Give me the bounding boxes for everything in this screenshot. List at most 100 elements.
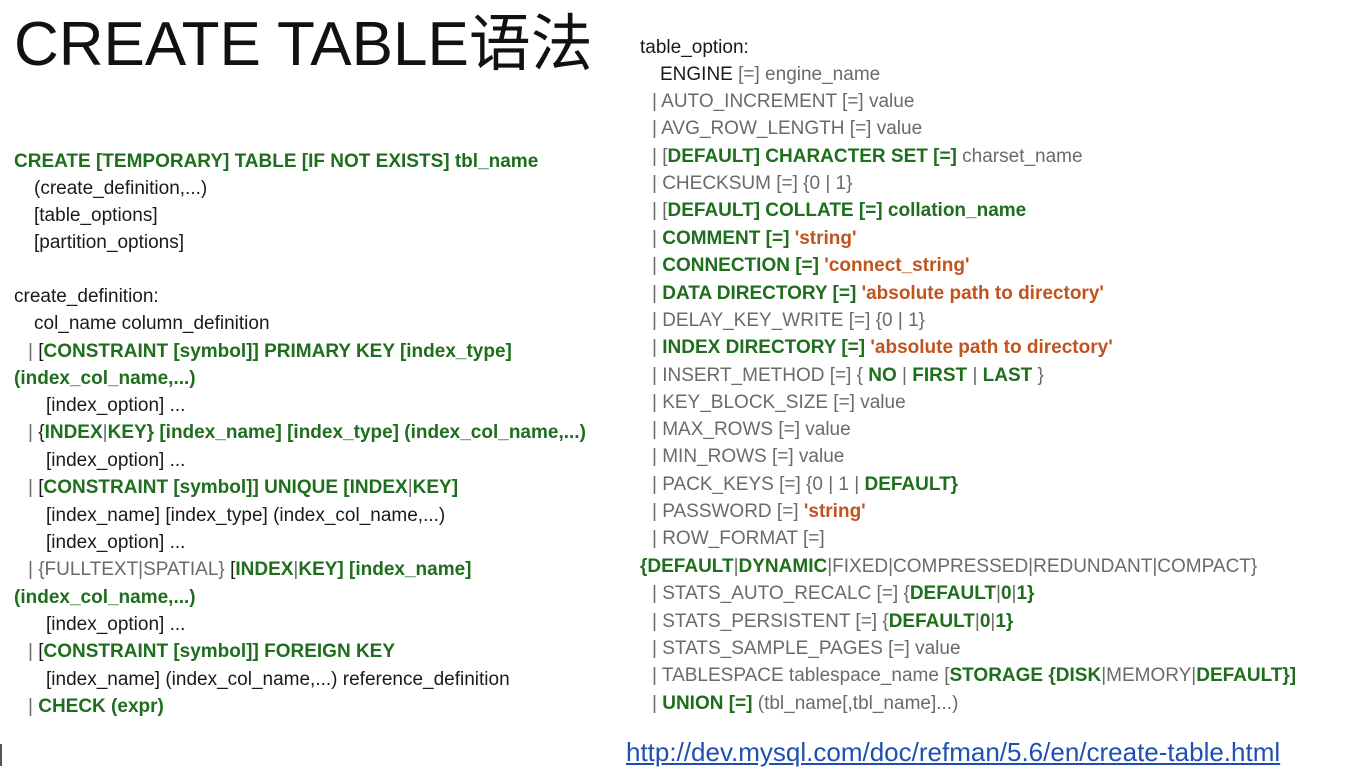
syntax-line: | CONNECTION [=] 'connect_string'	[652, 255, 969, 277]
syntax-token: INDEX DIRECTORY [=]	[662, 337, 871, 358]
syntax-token: | KEY_BLOCK_SIZE [=] value	[652, 392, 906, 413]
syntax-token: table_option:	[640, 37, 749, 58]
syntax-line: | AVG_ROW_LENGTH [=] value	[652, 118, 922, 140]
syntax-token: (tbl_name[,tbl_name]...)	[757, 693, 959, 714]
syntax-token: }	[1032, 365, 1044, 386]
syntax-token: KEY] [index_name]	[298, 559, 472, 580]
syntax-line: [partition_options]	[34, 232, 184, 254]
syntax-line: | [CONSTRAINT [symbol]] PRIMARY KEY [ind…	[28, 341, 512, 363]
syntax-token: [index_name] [index_type] (index_col_nam…	[46, 505, 446, 526]
syntax-token: |FIXED|COMPRESSED|REDUNDANT|COMPACT}	[827, 556, 1258, 577]
syntax-token: DEFAULT] COLLATE [=] collation_name	[667, 200, 1027, 221]
syntax-token: |	[28, 422, 39, 443]
syntax-token: DEFAULT	[888, 611, 975, 632]
syntax-token: CHECK (expr)	[38, 696, 164, 717]
syntax-token: | MIN_ROWS [=] value	[652, 446, 845, 467]
syntax-line: (index_col_name,...)	[14, 587, 196, 609]
syntax-token: UNION [=]	[662, 693, 758, 714]
syntax-token: [index_name] (index_col_name,...) refere…	[46, 669, 510, 690]
syntax-token: | PASSWORD [=]	[652, 501, 804, 522]
syntax-line: | AUTO_INCREMENT [=] value	[652, 91, 914, 113]
syntax-token: INDEX	[44, 422, 103, 443]
syntax-token: | AUTO_INCREMENT [=] value	[652, 91, 915, 112]
syntax-line: | INSERT_METHOD [=] { NO | FIRST | LAST …	[652, 365, 1044, 387]
syntax-token: | MAX_ROWS [=] value	[652, 419, 851, 440]
syntax-token: LAST	[982, 365, 1033, 386]
syntax-token: NO	[868, 365, 897, 386]
syntax-token: |	[28, 641, 39, 662]
syntax-line: [index_option] ...	[46, 614, 185, 636]
syntax-token: INDEX	[235, 559, 294, 580]
syntax-token: (create_definition,...)	[34, 178, 208, 199]
syntax-token: COMMENT [=]	[662, 228, 795, 249]
syntax-token: DEFAULT	[909, 583, 997, 604]
syntax-line: | UNION [=] (tbl_name[,tbl_name]...)	[652, 693, 958, 715]
syntax-token: 'connect_string'	[824, 255, 970, 276]
syntax-line: table_option:	[640, 37, 749, 59]
syntax-token: [index_option] ...	[46, 614, 186, 635]
syntax-line: | PACK_KEYS [=] {0 | 1 | DEFAULT}	[652, 474, 958, 496]
syntax-token: CONNECTION [=]	[662, 255, 825, 276]
syntax-line: (index_col_name,...)	[14, 368, 196, 390]
syntax-token: ENGINE	[660, 64, 739, 85]
syntax-token: DEFAULT] CHARACTER SET [=]	[667, 146, 963, 167]
page-title: CREATE TABLE语法	[14, 10, 593, 79]
syntax-token: |MEMORY|	[1101, 665, 1197, 686]
syntax-line: | COMMENT [=] 'string'	[652, 228, 857, 250]
syntax-token: CONSTRAINT [symbol]] PRIMARY KEY [index_…	[43, 341, 512, 362]
edge-mark	[0, 744, 2, 766]
syntax-token: 1}	[1016, 583, 1035, 604]
syntax-token: [table_options]	[34, 205, 158, 226]
mysql-doc-link[interactable]: http://dev.mysql.com/doc/refman/5.6/en/c…	[626, 736, 1280, 768]
syntax-token: FIRST	[912, 365, 968, 386]
syntax-token: | STATS_SAMPLE_PAGES [=] value	[652, 638, 961, 659]
syntax-token: DATA DIRECTORY [=]	[662, 283, 862, 304]
syntax-token: 0	[979, 611, 991, 632]
syntax-token: col_name column_definition	[34, 313, 270, 334]
syntax-line: | TABLESPACE tablespace_name [STORAGE {D…	[652, 665, 1296, 687]
syntax-token: | DELAY_KEY_WRITE [=] {0 | 1}	[652, 310, 926, 331]
syntax-token: [index_option] ...	[46, 532, 186, 553]
syntax-token: | CHECKSUM [=] {0 | 1}	[652, 173, 853, 194]
syntax-line: [table_options]	[34, 205, 158, 227]
syntax-line: | {FULLTEXT|SPATIAL} [INDEX|KEY] [index_…	[28, 559, 472, 581]
syntax-token: | [	[652, 146, 668, 167]
syntax-line: | CHECK (expr)	[28, 696, 164, 718]
syntax-token: 'string'	[803, 501, 866, 522]
syntax-token: |	[28, 477, 39, 498]
syntax-token: |	[652, 283, 663, 304]
syntax-token: | [	[652, 200, 668, 221]
syntax-line: | INDEX DIRECTORY [=] 'absolute path to …	[652, 337, 1113, 359]
syntax-line: | [DEFAULT] CHARACTER SET [=] charset_na…	[652, 146, 1083, 168]
syntax-line: create_definition:	[14, 286, 159, 308]
syntax-token: [index_option] ...	[46, 450, 186, 471]
syntax-line: | DELAY_KEY_WRITE [=] {0 | 1}	[652, 310, 925, 332]
syntax-line: | MIN_ROWS [=] value	[652, 446, 844, 468]
syntax-token: | STATS_PERSISTENT [=] {	[652, 611, 889, 632]
syntax-token: 1}	[995, 611, 1014, 632]
syntax-line: [index_name] (index_col_name,...) refere…	[46, 669, 510, 691]
syntax-token: |	[28, 341, 39, 362]
syntax-token: | {FULLTEXT|SPATIAL}	[28, 559, 231, 580]
syntax-token: DEFAULT}	[864, 474, 959, 495]
syntax-token: |	[967, 365, 983, 386]
syntax-token: |	[28, 696, 39, 717]
syntax-token: |	[652, 255, 663, 276]
syntax-line: | {INDEX|KEY} [index_name] [index_type] …	[28, 422, 586, 444]
syntax-token: |	[652, 337, 663, 358]
syntax-line: col_name column_definition	[34, 313, 270, 335]
syntax-token: | STATS_AUTO_RECALC [=] {	[652, 583, 910, 604]
syntax-line: [index_option] ...	[46, 395, 185, 417]
syntax-token: charset_name	[962, 146, 1083, 167]
syntax-token: DYNAMIC	[738, 556, 828, 577]
syntax-line: | ROW_FORMAT [=]	[652, 528, 825, 550]
syntax-token: STORAGE {DISK	[949, 665, 1102, 686]
syntax-token: KEY]	[412, 477, 459, 498]
syntax-line: {DEFAULT|DYNAMIC|FIXED|COMPRESSED|REDUND…	[640, 556, 1257, 578]
syntax-line: | CHECKSUM [=] {0 | 1}	[652, 173, 852, 195]
syntax-line: | STATS_AUTO_RECALC [=] {DEFAULT|0|1}	[652, 583, 1034, 605]
syntax-token: 'string'	[794, 228, 857, 249]
syntax-line: | KEY_BLOCK_SIZE [=] value	[652, 392, 906, 414]
syntax-line: (create_definition,...)	[34, 178, 207, 200]
syntax-line: | STATS_PERSISTENT [=] {DEFAULT|0|1}	[652, 611, 1013, 633]
